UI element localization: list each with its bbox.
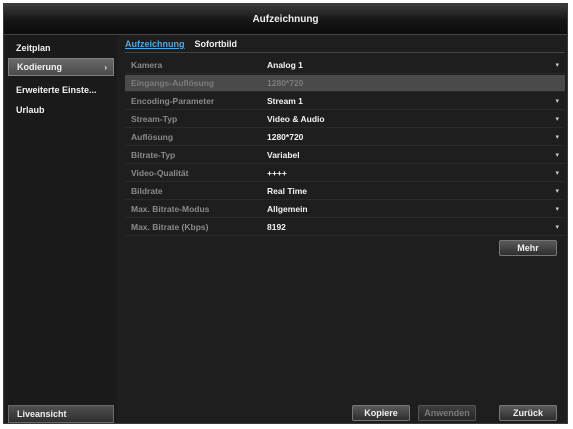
more-button[interactable]: Mehr [499,240,557,256]
chevron-down-icon: ▾ [555,170,559,177]
chevron-down-icon: ▾ [555,62,559,69]
resolution-row[interactable]: Auflösung 1280*720 ▾ [125,129,565,146]
tab-sofortbild[interactable]: Sofortbild [195,39,238,53]
camera-row[interactable]: Kamera Analog 1 ▾ [125,57,565,74]
stream-type-label: Stream-Typ [131,114,178,124]
sidebar-item-erweiterte-einstellungen[interactable]: Erweiterte Einste... [8,81,114,99]
video-quality-label: Video-Qualität [131,168,189,178]
chevron-down-icon: ▾ [555,152,559,159]
encoding-parameter-row[interactable]: Encoding-Parameter Stream 1 ▾ [125,93,565,110]
chevron-down-icon: ▾ [555,224,559,231]
copy-button[interactable]: Kopiere [352,405,410,421]
main-panel: Aufzeichnung Sofortbild Kamera Analog 1 … [119,35,567,422]
chevron-down-icon: ▾ [555,134,559,141]
stream-type-row[interactable]: Stream-Typ Video & Audio ▾ [125,111,565,128]
resolution-value: 1280*720 [267,132,304,142]
chevron-down-icon: ▾ [555,98,559,105]
frame-rate-row[interactable]: Bildrate Real Time ▾ [125,183,565,200]
input-resolution-label: Eingangs-Auflösung [131,78,215,88]
chevron-right-icon: › [104,62,107,72]
video-quality-value: ++++ [267,168,287,178]
bitrate-type-select[interactable]: Variabel ▾ [261,148,565,163]
camera-value: Analog 1 [267,60,303,70]
sidebar: Zeitplan Kodierung › Erweiterte Einste..… [6,35,117,423]
encoding-parameter-label: Encoding-Parameter [131,96,215,106]
tab-bar: Aufzeichnung Sofortbild [125,39,237,53]
input-resolution-value: 1280*720 [267,78,304,88]
dvr-window: Aufzeichnung Zeitplan Kodierung › Erweit… [3,3,568,424]
sidebar-item-label: Zeitplan [16,43,51,53]
max-bitrate-mode-select[interactable]: Allgemein ▾ [261,202,565,217]
apply-button[interactable]: Anwenden [418,405,476,421]
frame-rate-label: Bildrate [131,186,163,196]
video-quality-row[interactable]: Video-Qualität ++++ ▾ [125,165,565,182]
resolution-label: Auflösung [131,132,174,142]
chevron-down-icon: ▾ [555,116,559,123]
title-bar: Aufzeichnung [4,4,567,35]
sidebar-item-label: Urlaub [16,105,45,115]
liveview-button[interactable]: Liveansicht [8,405,114,423]
encoding-parameter-value: Stream 1 [267,96,303,106]
bitrate-type-label: Bitrate-Typ [131,150,176,160]
input-resolution-row: Eingangs-Auflösung 1280*720 [125,75,565,92]
max-bitrate-value: 8192 [267,222,286,232]
bitrate-type-row[interactable]: Bitrate-Typ Variabel ▾ [125,147,565,164]
max-bitrate-mode-label: Max. Bitrate-Modus [131,204,210,214]
frame-rate-select[interactable]: Real Time ▾ [261,184,565,199]
max-bitrate-mode-row[interactable]: Max. Bitrate-Modus Allgemein ▾ [125,201,565,218]
max-bitrate-mode-value: Allgemein [267,204,308,214]
back-button[interactable]: Zurück [499,405,557,421]
tab-aufzeichnung[interactable]: Aufzeichnung [125,39,185,53]
stream-type-value: Video & Audio [267,114,325,124]
max-bitrate-select[interactable]: 8192 ▾ [261,220,565,235]
camera-select[interactable]: Analog 1 ▾ [261,58,565,73]
max-bitrate-row[interactable]: Max. Bitrate (Kbps) 8192 ▾ [125,219,565,236]
encoding-parameter-select[interactable]: Stream 1 ▾ [261,94,565,109]
video-quality-select[interactable]: ++++ ▾ [261,166,565,181]
tab-divider [125,52,565,53]
sidebar-item-label: Kodierung [17,62,62,72]
chevron-down-icon: ▾ [555,206,559,213]
sidebar-item-label: Erweiterte Einste... [16,85,97,95]
sidebar-item-zeitplan[interactable]: Zeitplan [8,39,114,57]
sidebar-item-kodierung[interactable]: Kodierung › [8,58,114,76]
max-bitrate-label: Max. Bitrate (Kbps) [131,222,209,232]
chevron-down-icon: ▾ [555,188,559,195]
sidebar-item-urlaub[interactable]: Urlaub [8,101,114,119]
camera-label: Kamera [131,60,163,70]
liveview-label: Liveansicht [17,409,67,419]
stream-type-select[interactable]: Video & Audio ▾ [261,112,565,127]
bitrate-type-value: Variabel [267,150,300,160]
frame-rate-value: Real Time [267,186,308,196]
window-title: Aufzeichnung [252,13,319,25]
resolution-select[interactable]: 1280*720 ▾ [261,130,565,145]
